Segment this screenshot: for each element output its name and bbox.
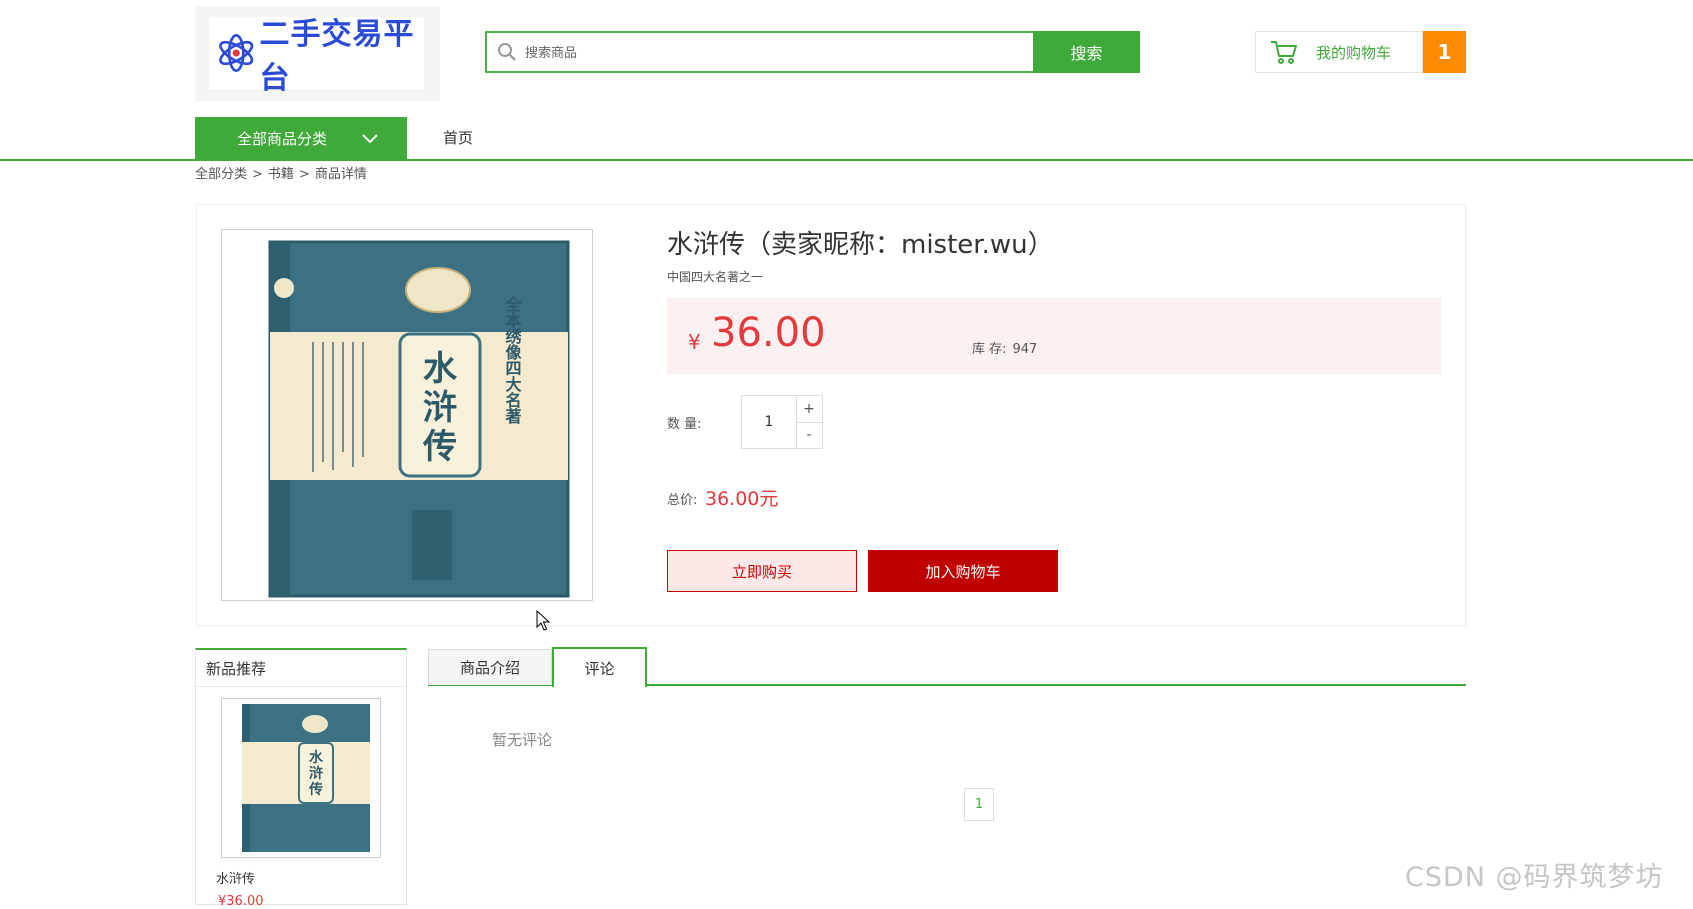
pagination-page[interactable]: 1: [964, 788, 994, 821]
breadcrumb-books[interactable]: 书籍: [268, 167, 294, 182]
shopping-cart-icon: [1271, 41, 1297, 64]
chevron-down-icon: [362, 133, 378, 143]
product-subtitle: 中国四大名著之一: [667, 270, 764, 284]
atom-icon: [219, 33, 254, 73]
quantity-decrease-button[interactable]: -: [796, 422, 822, 448]
quantity-input[interactable]: 1: [742, 396, 797, 448]
tab-product-intro[interactable]: 商品介绍: [428, 649, 552, 685]
sidebar-product-name[interactable]: 水浒传: [216, 868, 255, 887]
total-label: 总价:: [667, 493, 698, 508]
cover-series: 全本绣像四大名著: [503, 295, 523, 424]
all-categories-label: 全部商品分类: [237, 130, 328, 148]
mouse-cursor-icon: [536, 610, 551, 631]
book-cover-image: 水 浒 传 全本绣像四大名著: [268, 240, 570, 598]
quantity-stepper: 1 + -: [741, 395, 823, 449]
breadcrumb-separator: >: [298, 167, 310, 182]
quantity-increase-button[interactable]: +: [796, 396, 822, 423]
sidebar-product-price: ¥36.00: [218, 894, 264, 909]
search-button[interactable]: 搜索: [1033, 31, 1140, 73]
sidebar-title: 新品推荐: [206, 660, 267, 678]
all-categories-menu[interactable]: 全部商品分类: [195, 117, 407, 160]
sidebar-cover-char-1: 水: [309, 749, 324, 766]
logo-inner: 二手交易平台: [209, 17, 424, 96]
breadcrumb-separator: >: [252, 167, 263, 182]
new-products-sidebar: 新品推荐 水 浒 传 水浒传 ¥36.00: [195, 648, 407, 909]
product-title: 水浒传（卖家昵称：mister.wu）: [667, 230, 1054, 260]
sidebar-product-image[interactable]: 水 浒 传: [221, 698, 381, 858]
quantity-label: 数 量:: [667, 417, 702, 432]
price-box: ¥ 36.00 库 存: 947: [667, 298, 1441, 374]
sidebar-divider: [196, 686, 406, 687]
search-icon: [498, 43, 516, 61]
cart-button[interactable]: 我的购物车: [1255, 31, 1423, 73]
buy-now-button[interactable]: 立即购买: [667, 550, 857, 592]
breadcrumb-all-categories[interactable]: 全部分类: [195, 167, 247, 182]
logo[interactable]: 二手交易平台: [195, 6, 440, 101]
total-price: 36.00元: [705, 488, 779, 510]
sidebar-book-cover: 水 浒 传: [242, 704, 370, 852]
cover-title-char-2: 浒: [423, 388, 457, 428]
product-image[interactable]: 水 浒 传 全本绣像四大名著: [221, 229, 593, 601]
currency-symbol: ¥: [688, 330, 701, 354]
watermark: CSDN @码界筑梦坊: [1405, 862, 1664, 893]
cover-title-char-1: 水: [423, 349, 458, 389]
nav-divider: [0, 159, 1693, 161]
logo-text: 二手交易平台: [259, 17, 415, 96]
stock-info: 库 存: 947: [972, 338, 1037, 357]
no-reviews-text: 暂无评论: [492, 731, 553, 749]
stock-label: 库 存:: [972, 342, 1007, 357]
sidebar-cover-char-3: 传: [308, 781, 323, 798]
cover-title-char-3: 传: [422, 427, 457, 467]
add-to-cart-button[interactable]: 加入购物车: [868, 550, 1058, 592]
sidebar-cover-char-2: 浒: [309, 765, 323, 782]
product-price: 36.00: [711, 310, 826, 356]
cart-label: 我的购物车: [1316, 43, 1392, 62]
stock-value: 947: [1012, 342, 1038, 357]
search-input[interactable]: [523, 33, 1087, 73]
breadcrumb: 全部分类 > 书籍 > 商品详情: [195, 163, 372, 182]
cart-count-badge[interactable]: 1: [1423, 31, 1466, 73]
tab-reviews[interactable]: 评论: [552, 647, 647, 687]
nav-home-link[interactable]: 首页: [443, 117, 473, 160]
breadcrumb-product-detail: 商品详情: [314, 167, 367, 182]
